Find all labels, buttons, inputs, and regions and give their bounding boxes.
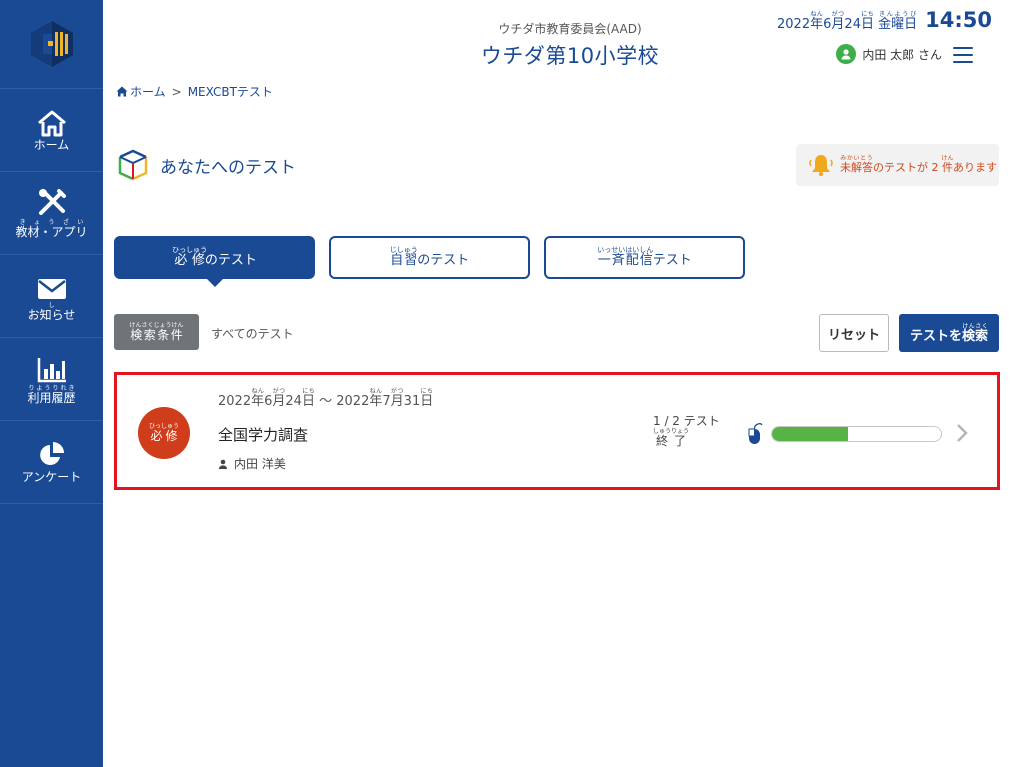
progress-status: 終了しゅうりょう bbox=[653, 428, 690, 448]
logo-icon bbox=[30, 21, 73, 67]
sidebar-item-home[interactable]: ホーム bbox=[0, 89, 103, 172]
sidebar-item-label: 教材・アプリきょうざい bbox=[15, 218, 88, 239]
user-name: 内田 太郎 さん bbox=[862, 47, 942, 62]
filter-current-value: すべてのテスト bbox=[211, 327, 294, 341]
current-time: 14:50 bbox=[925, 8, 992, 32]
cube-icon bbox=[118, 149, 148, 181]
required-badge: 必修ひっしゅう bbox=[138, 407, 190, 459]
bell-icon bbox=[809, 155, 833, 177]
test-assignee: 内田 洋美 bbox=[218, 455, 286, 472]
section-heading: あなたへのテスト bbox=[116, 148, 296, 182]
breadcrumb-current: MEXCBTテスト bbox=[187, 85, 273, 99]
alert-text: 未解答みかいとうのテストが 2 件けんあります bbox=[840, 155, 997, 174]
header-school: ウチダ市教育委員会(AAD) ウチダ第10小学校 bbox=[420, 20, 720, 70]
unanswered-alert[interactable]: 未解答みかいとうのテストが 2 件けんあります bbox=[796, 144, 999, 186]
user-avatar-icon bbox=[836, 44, 857, 64]
pie-chart-icon bbox=[39, 442, 64, 466]
sidebar-item-label: お知らせし bbox=[27, 301, 76, 322]
home-icon bbox=[116, 86, 128, 97]
breadcrumb: ホーム > MEXCBTテスト bbox=[116, 83, 273, 100]
sidebar-item-survey[interactable]: アンケート bbox=[0, 421, 103, 504]
progress-bar-fill bbox=[772, 427, 849, 441]
breadcrumb-separator: > bbox=[171, 84, 182, 99]
search-conditions-button[interactable]: 検索条件けんさくじょうけん bbox=[114, 314, 199, 350]
bar-chart-icon bbox=[37, 357, 66, 382]
hamburger-menu-icon[interactable] bbox=[953, 47, 973, 63]
tab-broadcast-tests[interactable]: 一斉配信いっせいはいしんテスト bbox=[544, 236, 745, 279]
home-icon bbox=[37, 110, 66, 137]
sidebar: ホーム 教材・アプリきょうざい お知らせし 利用履歴りようりれき アンケート bbox=[0, 0, 103, 767]
section-title: あなたへのテスト bbox=[160, 157, 296, 178]
breadcrumb-home[interactable]: ホーム bbox=[116, 83, 166, 100]
tab-required-tests[interactable]: 必修ひっしゅうのテスト bbox=[114, 236, 315, 287]
tools-icon bbox=[38, 188, 66, 215]
school-name: ウチダ第10小学校 bbox=[480, 44, 660, 68]
tab-label: 自習じしゅうのテスト bbox=[389, 246, 470, 268]
current-datetime: 2022年ねん6月がつ24日にち 金曜日きんようび 14:50 bbox=[777, 8, 992, 32]
progress-count: 1 / 2 テスト bbox=[653, 414, 720, 428]
tab-label: 必修ひっしゅうのテスト bbox=[172, 246, 257, 268]
person-icon bbox=[218, 459, 228, 469]
sidebar-item-notices[interactable]: お知らせし bbox=[0, 255, 103, 338]
chevron-right-icon[interactable] bbox=[955, 423, 969, 443]
app-logo[interactable] bbox=[0, 0, 103, 89]
sidebar-item-label: 利用履歴りようりれき bbox=[27, 384, 76, 405]
sidebar-item-label: ホーム bbox=[33, 138, 70, 153]
reset-button[interactable]: リセット bbox=[819, 314, 889, 352]
current-date: 2022年ねん6月がつ24日にち 金曜日きんようび bbox=[777, 11, 918, 32]
tab-self-study-tests[interactable]: 自習じしゅうのテスト bbox=[329, 236, 530, 279]
mail-icon bbox=[37, 278, 66, 299]
sidebar-item-label: アンケート bbox=[21, 470, 82, 485]
test-period: 2022年ねん6月がつ24日にち ～ 2022年ねん7月がつ31日にち bbox=[218, 388, 434, 409]
mouse-icon bbox=[748, 423, 763, 444]
progress-bar bbox=[771, 426, 942, 442]
test-title: 全国学力調査 bbox=[218, 426, 309, 444]
search-tests-button[interactable]: テストを 検索けんさく bbox=[899, 314, 999, 352]
tab-label: 一斉配信いっせいはいしんテスト bbox=[597, 246, 692, 268]
org-name: ウチダ市教育委員会(AAD) bbox=[498, 22, 642, 36]
test-card[interactable]: 必修ひっしゅう 2022年ねん6月がつ24日にち ～ 2022年ねん7月がつ31… bbox=[114, 372, 1000, 490]
user-menu[interactable]: 内田 太郎 さん bbox=[836, 44, 942, 64]
sidebar-item-history[interactable]: 利用履歴りようりれき bbox=[0, 338, 103, 421]
sidebar-item-materials[interactable]: 教材・アプリきょうざい bbox=[0, 172, 103, 255]
